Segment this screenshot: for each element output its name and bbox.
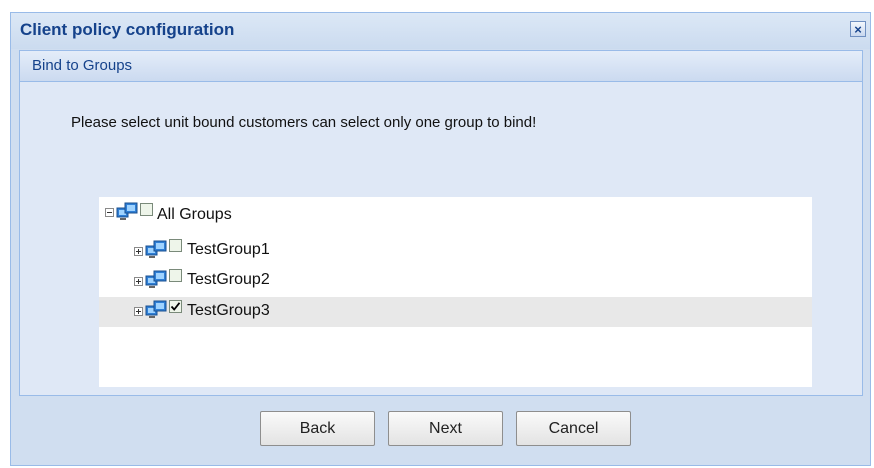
collapse-icon[interactable] <box>105 208 114 217</box>
tree-node-testgroup2[interactable]: TestGroup2 <box>99 266 812 294</box>
expand-icon[interactable] <box>134 307 143 316</box>
computer-group-icon <box>145 240 167 258</box>
back-button[interactable]: Back <box>260 411 375 446</box>
testgroup2-checkbox[interactable] <box>169 269 182 282</box>
computer-group-icon <box>145 300 167 318</box>
dialog-title: Client policy configuration <box>20 20 235 39</box>
next-button[interactable]: Next <box>388 411 503 446</box>
tree-node-testgroup3[interactable]: TestGroup3 <box>99 297 812 327</box>
group-tree: All Groups TestGroup1 TestGroup2 TestGro… <box>99 197 812 387</box>
tree-node-label: All Groups <box>157 206 232 223</box>
panel-title: Bind to Groups <box>32 57 133 74</box>
dialog-titlebar[interactable]: Client policy configuration × <box>11 13 870 49</box>
instruction-text: Please select unit bound customers can s… <box>71 114 537 131</box>
tree-node-label: TestGroup3 <box>187 302 270 319</box>
expand-icon[interactable] <box>134 247 143 256</box>
panel-header: Bind to Groups <box>20 51 862 82</box>
tree-node-label: TestGroup1 <box>187 241 270 258</box>
testgroup1-checkbox[interactable] <box>169 239 182 252</box>
tree-node-testgroup1[interactable]: TestGroup1 <box>99 236 812 264</box>
cancel-button[interactable]: Cancel <box>516 411 631 446</box>
testgroup3-checkbox[interactable] <box>169 300 182 313</box>
tree-node-label: TestGroup2 <box>187 271 270 288</box>
tree-node-all-groups[interactable]: All Groups <box>99 197 812 227</box>
expand-icon[interactable] <box>134 277 143 286</box>
client-policy-dialog: Client policy configuration × Bind to Gr… <box>10 12 871 466</box>
computer-group-icon <box>116 202 138 220</box>
computer-group-icon <box>145 270 167 288</box>
close-icon[interactable]: × <box>850 21 866 37</box>
checkmark-icon <box>170 302 181 311</box>
dialog-button-bar: Back Next Cancel <box>11 411 870 451</box>
all-groups-checkbox[interactable] <box>140 203 153 216</box>
